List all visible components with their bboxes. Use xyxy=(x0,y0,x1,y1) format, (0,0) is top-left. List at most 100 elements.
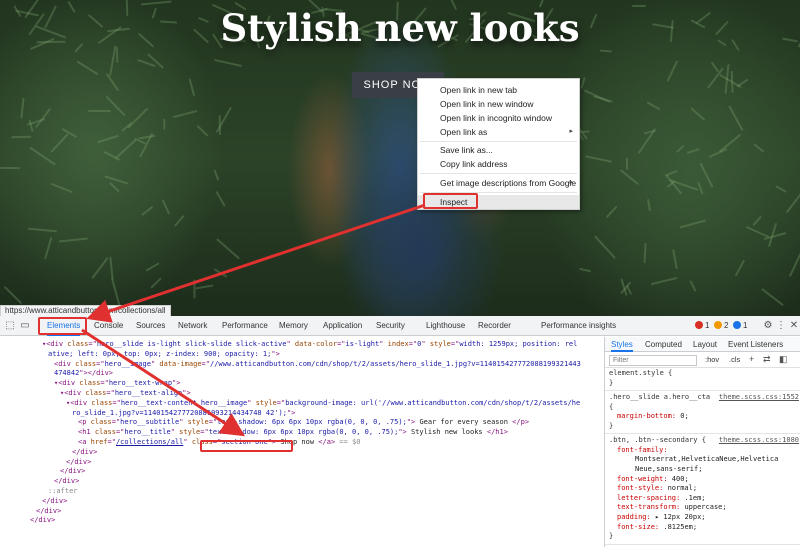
dom-line[interactable]: <a href="/collections/all" class="sectio… xyxy=(0,438,603,448)
warning-count[interactable]: 2 xyxy=(714,319,728,333)
dom-token: ▾<div xyxy=(54,379,80,388)
cls-toggle[interactable]: .cls xyxy=(729,355,740,364)
dom-line[interactable]: <h1 class="hero__title" style="text-shad… xyxy=(0,428,603,438)
inspect-element-icon[interactable]: ⬚ xyxy=(4,320,16,332)
pine-needle xyxy=(0,166,21,169)
dom-line[interactable]: <p class="hero__subtitle" style="text-sh… xyxy=(0,418,603,428)
dom-line[interactable]: </div> xyxy=(0,516,603,526)
dom-line[interactable]: ative; left: 0px; top: 0px; z-index: 900… xyxy=(0,350,603,360)
css-declaration[interactable]: margin-bottom: 0; xyxy=(617,412,689,422)
pine-needle xyxy=(215,191,226,208)
css-declaration[interactable]: letter-spacing: .1em; xyxy=(617,494,706,504)
tab-security[interactable]: Security xyxy=(376,316,405,336)
devtools-panel: ⬚ ▭ Elements Console Sources Network Per… xyxy=(0,316,800,547)
css-declaration[interactable]: font-style: normal; xyxy=(617,484,697,494)
dom-line[interactable]: </div> xyxy=(0,477,603,487)
dom-line[interactable]: ▾<div class="hero__text-align"> xyxy=(0,389,603,399)
tab-memory[interactable]: Memory xyxy=(279,316,308,336)
dom-token: "></div> xyxy=(79,369,114,378)
dom-line[interactable]: ▾<div class="hero__slide is-light slick-… xyxy=(0,340,603,350)
more-options-icon[interactable]: ⋮ xyxy=(775,320,787,332)
device-toolbar-icon[interactable]: ▭ xyxy=(19,320,31,332)
pine-needle xyxy=(50,133,70,154)
menu-open-incognito[interactable]: Open link in incognito window xyxy=(418,111,579,125)
settings-gear-icon[interactable]: ⚙ xyxy=(762,320,774,332)
css-declaration[interactable]: font-size: .8125em; xyxy=(617,523,697,533)
dom-line[interactable]: ::after xyxy=(0,487,603,497)
css-declaration[interactable]: font-weight: 400; xyxy=(617,475,689,485)
dom-token: "> xyxy=(271,349,280,358)
dom-token: </div> xyxy=(42,496,68,505)
tab-styles[interactable]: Styles xyxy=(611,337,633,352)
dom-token: ▾<div xyxy=(66,398,92,407)
pine-needle xyxy=(59,237,89,243)
css-declaration[interactable]: Neue,sans-serif; xyxy=(635,465,702,475)
dom-line[interactable]: </div> xyxy=(0,497,603,507)
menu-open-new-tab[interactable]: Open link in new tab xyxy=(418,83,579,97)
menu-image-descriptions[interactable]: Get image descriptions from Google ▸ xyxy=(418,176,579,190)
css-property-value: Montserrat,HelveticaNeue,Helvetica xyxy=(635,455,779,464)
dom-token: //www.atticandbutton.com/cdn/shop/t/2/as… xyxy=(209,359,581,368)
menu-copy-link[interactable]: Copy link address xyxy=(418,157,579,171)
pine-needle xyxy=(734,259,746,277)
tab-layout[interactable]: Layout xyxy=(693,337,717,352)
pine-needle xyxy=(728,105,743,131)
menu-divider xyxy=(420,141,577,142)
pine-needle xyxy=(625,158,628,171)
hov-toggle[interactable]: :hov xyxy=(705,355,719,364)
sidebar-toggle-icon[interactable]: ◧ xyxy=(779,354,788,365)
dom-line[interactable]: <div class="hero__image" data-image="//w… xyxy=(0,360,603,370)
dom-token: " xyxy=(379,340,388,348)
pine-needle xyxy=(707,67,724,89)
pine-needle xyxy=(11,135,32,139)
dom-line[interactable]: 474842"></div> xyxy=(0,369,603,379)
tab-event-listeners[interactable]: Event Listeners xyxy=(728,337,783,352)
dom-line[interactable]: </div> xyxy=(0,448,603,458)
dom-token: =" xyxy=(100,379,109,388)
pine-needle xyxy=(140,0,172,6)
error-count[interactable]: 1 xyxy=(695,319,709,333)
dom-line[interactable]: </div> xyxy=(0,507,603,517)
tab-performance[interactable]: Performance xyxy=(222,316,268,336)
tab-console[interactable]: Console xyxy=(94,316,123,336)
styles-filter-input[interactable] xyxy=(609,355,697,366)
href-link[interactable]: /collections/all xyxy=(116,438,183,446)
element-state-icon[interactable]: ⇄ xyxy=(763,354,771,365)
dom-token: <div xyxy=(54,359,76,368)
new-rule-icon[interactable]: + xyxy=(749,354,754,364)
tab-computed[interactable]: Computed xyxy=(645,337,682,352)
hero-banner: Stylish new looks SHOP NOW Open link in … xyxy=(0,0,800,316)
dom-token: style xyxy=(429,340,451,348)
styles-tab-bar: Styles Computed Layout Event Listeners xyxy=(605,337,800,352)
tab-performance-insights[interactable]: Performance insights xyxy=(541,316,616,336)
menu-open-link-as[interactable]: Open link as ▸ xyxy=(418,125,579,139)
tab-sources[interactable]: Sources xyxy=(136,316,165,336)
css-declaration[interactable]: text-transform: uppercase; xyxy=(617,503,727,513)
dom-line[interactable]: </div> xyxy=(0,458,603,468)
dom-token: "> xyxy=(172,379,181,388)
tab-network[interactable]: Network xyxy=(178,316,207,336)
dom-line[interactable]: </div> xyxy=(0,467,603,477)
close-icon[interactable]: ✕ xyxy=(788,320,800,332)
dom-line[interactable]: ▾<div class="hero__text-wrap"> xyxy=(0,379,603,389)
pine-needle xyxy=(710,61,719,73)
pine-needle xyxy=(91,257,109,280)
menu-open-new-window[interactable]: Open link in new window xyxy=(418,97,579,111)
tab-application[interactable]: Application xyxy=(323,316,362,336)
css-declaration[interactable]: Montserrat,HelveticaNeue,Helvetica xyxy=(635,455,778,465)
pine-needle xyxy=(708,148,728,159)
info-count[interactable]: 1 xyxy=(733,319,747,333)
tab-lighthouse[interactable]: Lighthouse xyxy=(426,316,465,336)
css-source-link[interactable]: theme.scss.css:1552 xyxy=(719,393,799,403)
dom-token: ro_slide_1.jpg?v=11401542777208819932144… xyxy=(72,408,287,417)
tab-recorder[interactable]: Recorder xyxy=(478,316,511,336)
css-declaration[interactable]: padding: ▸ 12px 20px; xyxy=(617,513,706,523)
dom-line[interactable]: ro_slide_1.jpg?v=11401542777208819932144… xyxy=(0,409,603,419)
css-declaration[interactable]: font-family: xyxy=(617,446,668,456)
menu-save-link-as[interactable]: Save link as... xyxy=(418,143,579,157)
css-source-link[interactable]: theme.scss.css:1080 xyxy=(719,436,799,446)
pine-needle xyxy=(584,155,612,163)
dom-line[interactable]: ▾<div class="hero__text-content hero__im… xyxy=(0,399,603,409)
css-property-value: ▸ 12px 20px; xyxy=(654,513,706,521)
dom-token: style xyxy=(179,428,201,437)
